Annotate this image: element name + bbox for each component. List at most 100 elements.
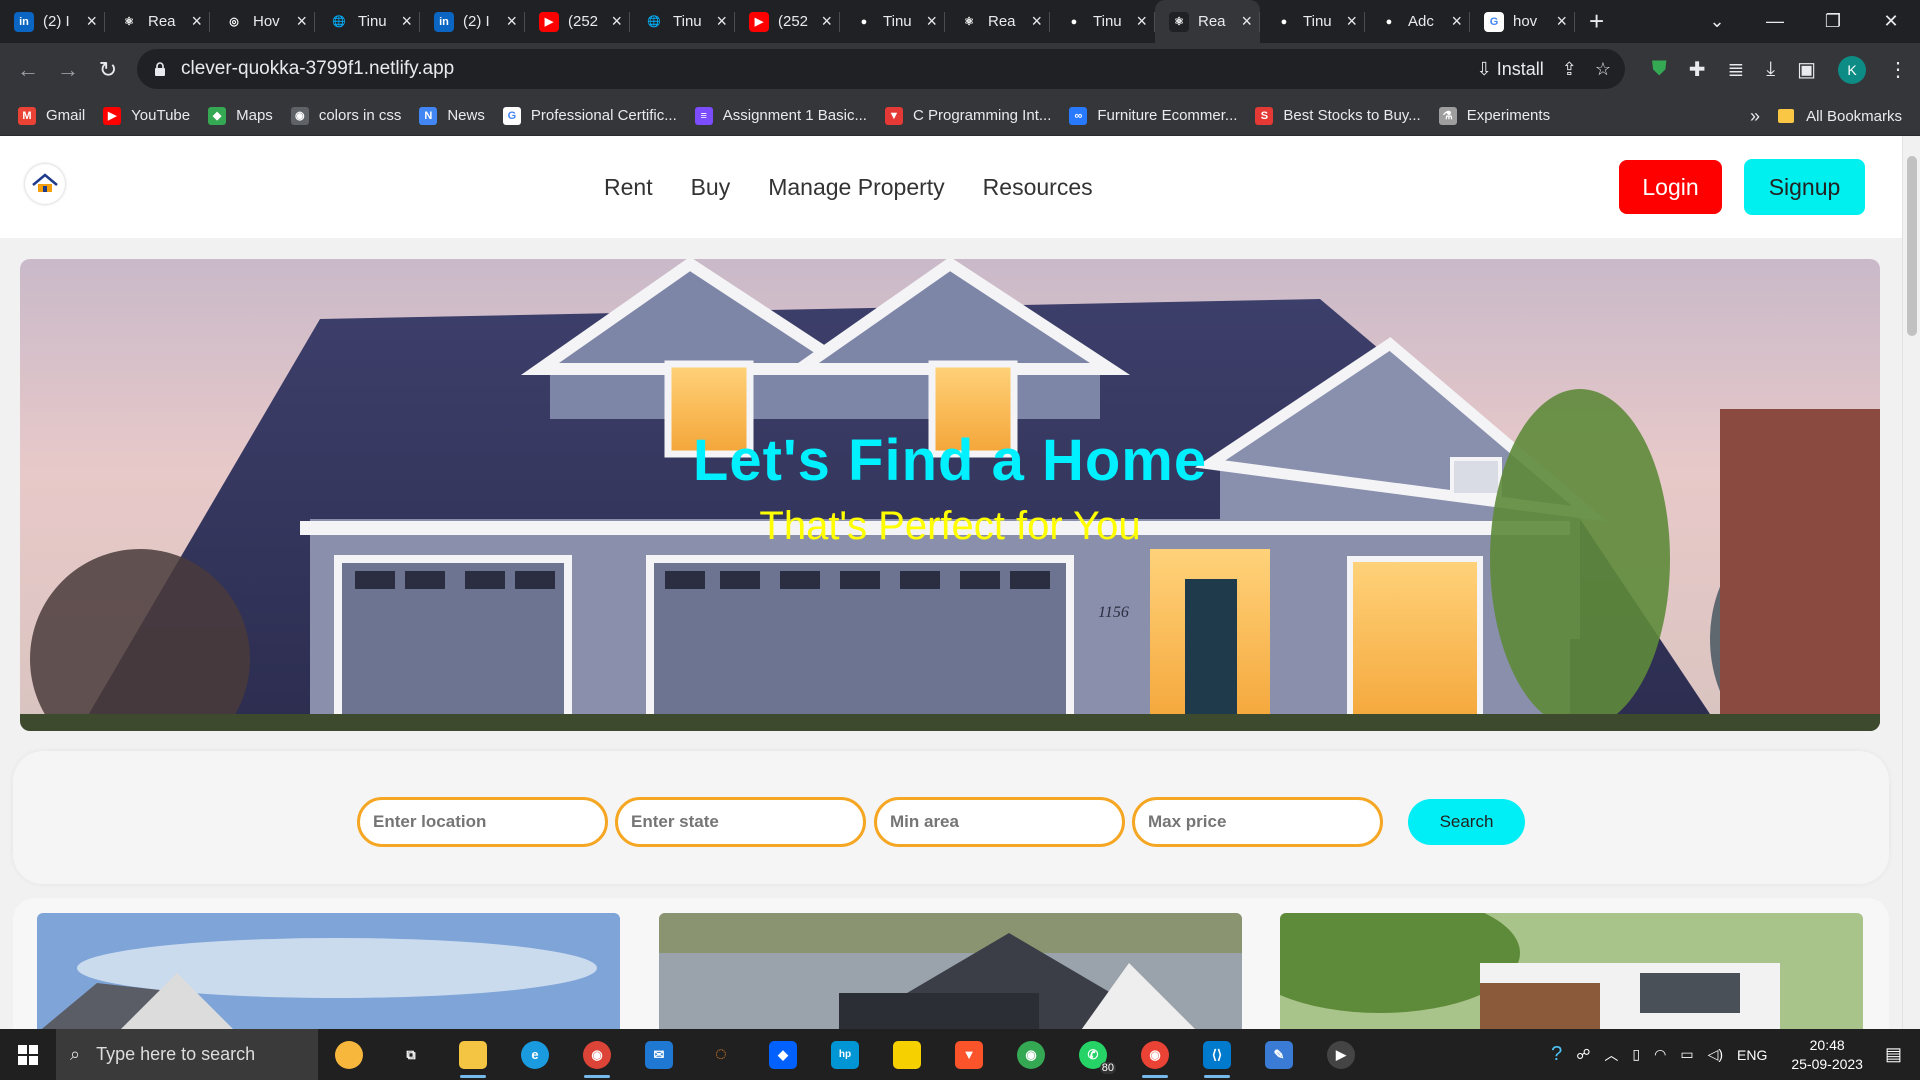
nav-manage-property[interactable]: Manage Property — [768, 174, 944, 201]
new-tab-button[interactable]: + — [1589, 6, 1604, 37]
min-area-input[interactable] — [874, 797, 1125, 847]
install-button[interactable]: ⇩ Install — [1477, 59, 1544, 80]
tab-close-icon[interactable]: × — [926, 11, 937, 32]
all-bookmarks-button[interactable]: All Bookmarks — [1778, 96, 1902, 136]
media-player-app[interactable]: ▶ — [1310, 1029, 1372, 1080]
address-bar[interactable]: clever-quokka-3799f1.netlify.app ⇩ Insta… — [137, 49, 1625, 89]
bookmark-item[interactable]: M Gmail — [18, 106, 85, 125]
browser-tab[interactable]: ◎ Hov × — [210, 0, 315, 43]
start-button[interactable] — [0, 1044, 56, 1065]
downloads-icon[interactable]: ⤓ — [1766, 58, 1775, 81]
tab-close-icon[interactable]: × — [1556, 11, 1567, 32]
signup-button[interactable]: Signup — [1744, 159, 1865, 215]
login-button[interactable]: Login — [1619, 160, 1722, 214]
notifications-icon[interactable]: ▤ — [1885, 1044, 1902, 1065]
browser-tab[interactable]: ● Tinu × — [840, 0, 945, 43]
browser-tab[interactable]: ⚛ Rea × — [945, 0, 1050, 43]
menu-kebab-icon[interactable]: ⋮ — [1888, 57, 1908, 82]
nav-buy[interactable]: Buy — [691, 174, 731, 201]
taskbar-search-box[interactable]: ⌕ Type here to search — [56, 1029, 318, 1080]
tab-close-icon[interactable]: × — [1031, 11, 1042, 32]
browser-tab[interactable]: ● Tinu × — [1260, 0, 1365, 43]
restore-button[interactable]: ❐ — [1804, 11, 1862, 32]
nav-rent[interactable]: Rent — [604, 174, 653, 201]
clock[interactable]: 20:48 25-09-2023 — [1791, 1036, 1863, 1074]
browser-tab[interactable]: 🌐 Tinu × — [315, 0, 420, 43]
bookmark-item[interactable]: S Best Stocks to Buy... — [1255, 106, 1421, 125]
tab-search-icon[interactable]: ⌄ — [1688, 11, 1746, 32]
browser-tab[interactable]: in (2) I × — [420, 0, 525, 43]
people-icon[interactable]: ☍ — [1576, 1046, 1590, 1063]
chrome-second-profile-app[interactable]: ◉ — [1124, 1029, 1186, 1080]
extensions-puzzle-icon[interactable]: ✚ — [1689, 57, 1706, 82]
whatsapp-app[interactable]: ✆ 80 — [1062, 1029, 1124, 1080]
shield-extension-icon[interactable]: ⛊ — [1652, 58, 1667, 81]
weather-widget[interactable] — [318, 1029, 380, 1080]
tab-close-icon[interactable]: × — [506, 11, 517, 32]
search-button[interactable]: Search — [1408, 799, 1525, 845]
site-logo[interactable] — [25, 164, 65, 204]
bookmark-item[interactable]: N News — [419, 106, 485, 125]
state-input[interactable] — [615, 797, 866, 847]
property-card[interactable] — [1280, 913, 1863, 1029]
browser-tab[interactable]: in (2) I × — [0, 0, 105, 43]
property-card[interactable] — [37, 913, 620, 1029]
scrollbar-thumb[interactable] — [1907, 156, 1917, 336]
mail-app[interactable]: ✉ — [628, 1029, 690, 1080]
share-icon[interactable]: ⇪ — [1562, 59, 1577, 80]
task-view-button[interactable]: ⧉ — [380, 1029, 442, 1080]
tab-close-icon[interactable]: × — [716, 11, 727, 32]
volume-icon[interactable]: ◁) — [1708, 1046, 1723, 1063]
reading-list-icon[interactable]: ≣ — [1727, 57, 1744, 82]
forward-button[interactable]: → — [48, 57, 88, 83]
battery-icon[interactable]: ▭ — [1680, 1046, 1693, 1063]
close-window-button[interactable]: ✕ — [1862, 11, 1920, 32]
tab-close-icon[interactable]: × — [1136, 11, 1147, 32]
chrome-app[interactable]: ◉ — [1000, 1029, 1062, 1080]
max-price-input[interactable] — [1132, 797, 1383, 847]
bookmark-item[interactable]: ≡ Assignment 1 Basic... — [694, 106, 867, 125]
page-scrollbar[interactable] — [1902, 136, 1920, 1029]
browser-tab[interactable]: ▶ (252 × — [525, 0, 630, 43]
browser-tab[interactable]: ⚛ Rea × — [105, 0, 210, 43]
loading-app[interactable]: ◌ — [690, 1029, 752, 1080]
bookmark-item[interactable]: ∞ Furniture Ecommer... — [1069, 106, 1237, 125]
bookmark-item[interactable]: G Professional Certific... — [502, 106, 677, 125]
browser-tab[interactable]: 🌐 Tinu × — [630, 0, 735, 43]
star-icon[interactable]: ☆ — [1595, 59, 1611, 80]
tab-close-icon[interactable]: × — [1451, 11, 1462, 32]
location-input[interactable] — [357, 797, 608, 847]
help-icon[interactable]: ? — [1551, 1043, 1562, 1066]
dropbox-app[interactable]: ◆ — [752, 1029, 814, 1080]
reload-button[interactable]: ↻ — [88, 57, 128, 83]
tab-close-icon[interactable]: × — [401, 11, 412, 32]
tab-close-icon[interactable]: × — [296, 11, 307, 32]
show-hidden-icons[interactable]: ︿ — [1604, 1045, 1618, 1065]
tab-close-icon[interactable]: × — [821, 11, 832, 32]
myhp-app[interactable]: hp — [814, 1029, 876, 1080]
wifi-icon[interactable]: ◠ — [1654, 1046, 1666, 1063]
tab-close-icon[interactable]: × — [86, 11, 97, 32]
vscode-app[interactable]: ⟨⟩ — [1186, 1029, 1248, 1080]
bookmarks-overflow-icon[interactable]: » — [1750, 106, 1760, 127]
device-icon[interactable]: ▯ — [1632, 1046, 1640, 1063]
bookmark-item[interactable]: ◆ Maps — [208, 106, 273, 125]
bookmark-item[interactable]: ⚗ Experiments — [1438, 106, 1550, 125]
browser-tab[interactable]: Ghov × — [1470, 0, 1575, 43]
browser-tab[interactable]: ⚛ Rea × — [1155, 0, 1260, 43]
side-panel-icon[interactable]: ▣ — [1797, 57, 1816, 82]
bookmark-item[interactable]: ▶ YouTube — [103, 106, 190, 125]
profile-avatar[interactable]: K — [1838, 55, 1866, 84]
property-card[interactable] — [659, 913, 1242, 1029]
edge-app[interactable]: e — [504, 1029, 566, 1080]
nav-resources[interactable]: Resources — [983, 174, 1093, 201]
back-button[interactable]: ← — [8, 57, 48, 83]
language-indicator[interactable]: ENG — [1737, 1047, 1767, 1063]
browser-tab[interactable]: ▶ (252 × — [735, 0, 840, 43]
browser-tab[interactable]: ● Adc × — [1365, 0, 1470, 43]
file-explorer-app[interactable] — [442, 1029, 504, 1080]
chrome-profile-app[interactable]: ◉ — [566, 1029, 628, 1080]
tab-close-icon[interactable]: × — [1346, 11, 1357, 32]
tab-close-icon[interactable]: × — [191, 11, 202, 32]
sticky-notes-app[interactable] — [876, 1029, 938, 1080]
